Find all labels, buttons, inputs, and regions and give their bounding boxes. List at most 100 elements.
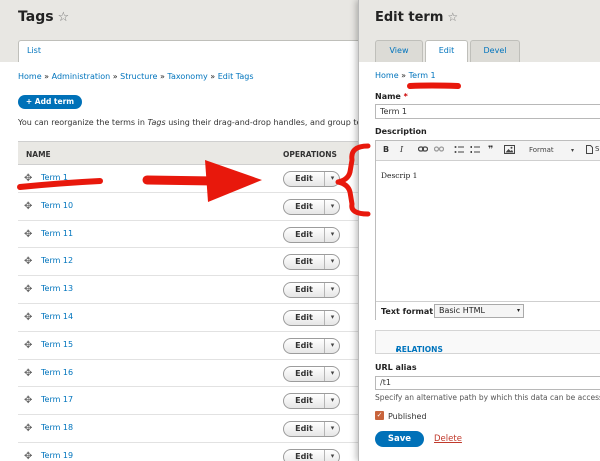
published-label[interactable]: Published <box>388 412 427 421</box>
relations-summary: ▸ RELATIONS <box>386 338 443 354</box>
breadcrumb-separator: » <box>401 71 407 80</box>
tab-list[interactable]: List <box>18 40 363 62</box>
save-button[interactable]: Save <box>375 431 424 447</box>
intro-text-part: You can reorganize the terms in <box>18 118 148 127</box>
published-checkbox[interactable]: ✓ <box>375 411 384 420</box>
star-icon[interactable]: ☆ <box>58 10 70 25</box>
drag-handle-icon[interactable]: ✥ <box>24 256 32 267</box>
description-editor: B I ❞ Format ▾ S Descrip 1 Text format B… <box>375 140 600 321</box>
drag-handle-icon[interactable]: ✥ <box>24 395 32 406</box>
operations-dropdown-toggle[interactable]: ▾ <box>324 449 340 461</box>
table-row: ✥ Term 17 Edit ▾ <box>18 387 363 416</box>
term-link[interactable]: Term 15 <box>41 340 73 349</box>
numbered-list-icon[interactable] <box>470 145 480 156</box>
edit-operation-button[interactable]: Edit ▾ <box>283 365 340 382</box>
link-icon[interactable] <box>417 145 429 155</box>
drag-handle-icon[interactable]: ✥ <box>24 368 32 379</box>
term-link[interactable]: Term 10 <box>41 201 73 210</box>
edit-label: Edit <box>295 424 313 434</box>
edit-operation-button[interactable]: Edit ▾ <box>283 226 340 243</box>
chevron-down-icon: ▾ <box>570 147 574 154</box>
breadcrumb-administration[interactable]: Administration <box>52 72 111 81</box>
text-format-select[interactable]: Basic HTML ▾ <box>434 304 524 318</box>
format-dropdown-label: Format <box>529 146 554 154</box>
operations-dropdown-toggle[interactable]: ▾ <box>324 172 340 186</box>
term-link[interactable]: Term 13 <box>41 284 73 293</box>
breadcrumb-structure[interactable]: Structure <box>120 72 157 81</box>
operations-dropdown-toggle[interactable]: ▾ <box>324 338 340 353</box>
term-link[interactable]: Term 1 <box>41 173 68 182</box>
term-link[interactable]: Term 17 <box>41 395 73 404</box>
unlink-icon[interactable] <box>433 145 445 155</box>
add-term-button[interactable]: + Add term <box>18 95 82 109</box>
breadcrumb-term[interactable]: Term 1 <box>409 71 436 80</box>
table-body: ✥ Term 1 Edit ▾ ✥ Term 10 Edit ▾ ✥ Term 11 Edit ▾ ✥ T… <box>18 165 363 461</box>
url-alias-help: Specify an alternative path by which thi… <box>375 393 600 402</box>
breadcrumb-home[interactable]: Home <box>375 71 399 80</box>
tab-list-label: List <box>27 46 41 55</box>
term-link[interactable]: Term 18 <box>41 423 73 432</box>
term-link[interactable]: Term 19 <box>41 451 73 460</box>
edit-label: Edit <box>295 285 313 295</box>
table-row: ✥ Term 11 Edit ▾ <box>18 221 363 249</box>
operations-dropdown-toggle[interactable]: ▾ <box>324 227 340 242</box>
operations-dropdown-toggle[interactable]: ▾ <box>324 283 340 298</box>
operations-dropdown-toggle[interactable]: ▾ <box>324 422 340 437</box>
bold-icon[interactable]: B <box>383 145 389 154</box>
edit-label: Edit <box>295 174 313 183</box>
term-link[interactable]: Term 14 <box>41 312 73 321</box>
format-dropdown[interactable]: Format ▾ <box>526 144 576 157</box>
panel-title: Edit term ☆ <box>375 10 458 25</box>
operations-dropdown-toggle[interactable]: ▾ <box>324 310 340 325</box>
italic-icon[interactable]: I <box>400 145 403 154</box>
edit-operation-button[interactable]: Edit ▾ <box>283 393 340 410</box>
breadcrumb-home[interactable]: Home <box>18 72 42 81</box>
edit-operation-button[interactable]: Edit ▾ <box>283 421 340 438</box>
edit-term-panel: Edit term ☆ View Edit Devel Home » Term 1… <box>358 0 600 461</box>
term-link[interactable]: Term 11 <box>41 229 73 238</box>
description-label: Description <box>375 127 427 136</box>
delete-link[interactable]: Delete <box>434 434 462 444</box>
bullet-list-icon[interactable] <box>454 145 464 156</box>
term-link[interactable]: Term 12 <box>41 256 73 265</box>
drag-handle-icon[interactable]: ✥ <box>24 229 32 240</box>
operations-dropdown-toggle[interactable]: ▾ <box>324 255 340 270</box>
intro-text-part: using their drag-and-drop handles, and g… <box>165 118 373 127</box>
url-alias-field[interactable]: /t1 <box>375 376 600 390</box>
edit-operation-button[interactable]: Edit ▾ <box>283 254 340 271</box>
tab-devel[interactable]: Devel <box>470 40 520 62</box>
blockquote-icon[interactable]: ❞ <box>488 145 493 155</box>
operations-dropdown-toggle[interactable]: ▾ <box>324 199 340 214</box>
star-icon[interactable]: ☆ <box>447 10 458 24</box>
drag-handle-icon[interactable]: ✥ <box>24 340 32 351</box>
source-icon[interactable] <box>586 145 593 156</box>
term-link[interactable]: Term 16 <box>41 368 73 377</box>
breadcrumb-edit-tags[interactable]: Edit Tags <box>218 72 254 81</box>
panel-title-text: Edit term <box>375 10 444 25</box>
drag-handle-icon[interactable]: ✥ <box>24 451 32 461</box>
relations-details[interactable]: ▸ RELATIONS <box>375 330 600 354</box>
breadcrumb: Home » Administration » Structure » Taxo… <box>18 72 253 81</box>
operations-dropdown-toggle[interactable]: ▾ <box>324 366 340 381</box>
edit-operation-button[interactable]: Edit ▾ <box>283 171 340 187</box>
edit-operation-button[interactable]: Edit ▾ <box>283 337 340 354</box>
drag-handle-icon[interactable]: ✥ <box>24 423 32 434</box>
tab-view[interactable]: View <box>375 40 423 62</box>
tab-edit[interactable]: Edit <box>425 40 468 62</box>
table-row: ✥ Term 18 Edit ▾ <box>18 415 363 443</box>
image-icon[interactable] <box>504 145 515 156</box>
edit-operation-button[interactable]: Edit ▾ <box>283 198 340 215</box>
name-field[interactable]: Term 1 <box>375 104 600 119</box>
drag-handle-icon[interactable]: ✥ <box>24 312 32 323</box>
table-row: ✥ Term 14 Edit ▾ <box>18 304 363 332</box>
edit-operation-button[interactable]: Edit ▾ <box>283 282 340 299</box>
operations-dropdown-toggle[interactable]: ▾ <box>324 394 340 409</box>
edit-operation-button[interactable]: Edit ▾ <box>283 448 340 461</box>
editor-content[interactable]: Descrip 1 <box>381 171 417 180</box>
drag-handle-icon[interactable]: ✥ <box>24 173 32 184</box>
source-label[interactable]: S <box>595 145 599 153</box>
drag-handle-icon[interactable]: ✥ <box>24 284 32 295</box>
breadcrumb-taxonomy[interactable]: Taxonomy <box>167 72 207 81</box>
drag-handle-icon[interactable]: ✥ <box>24 201 32 212</box>
edit-operation-button[interactable]: Edit ▾ <box>283 309 340 326</box>
